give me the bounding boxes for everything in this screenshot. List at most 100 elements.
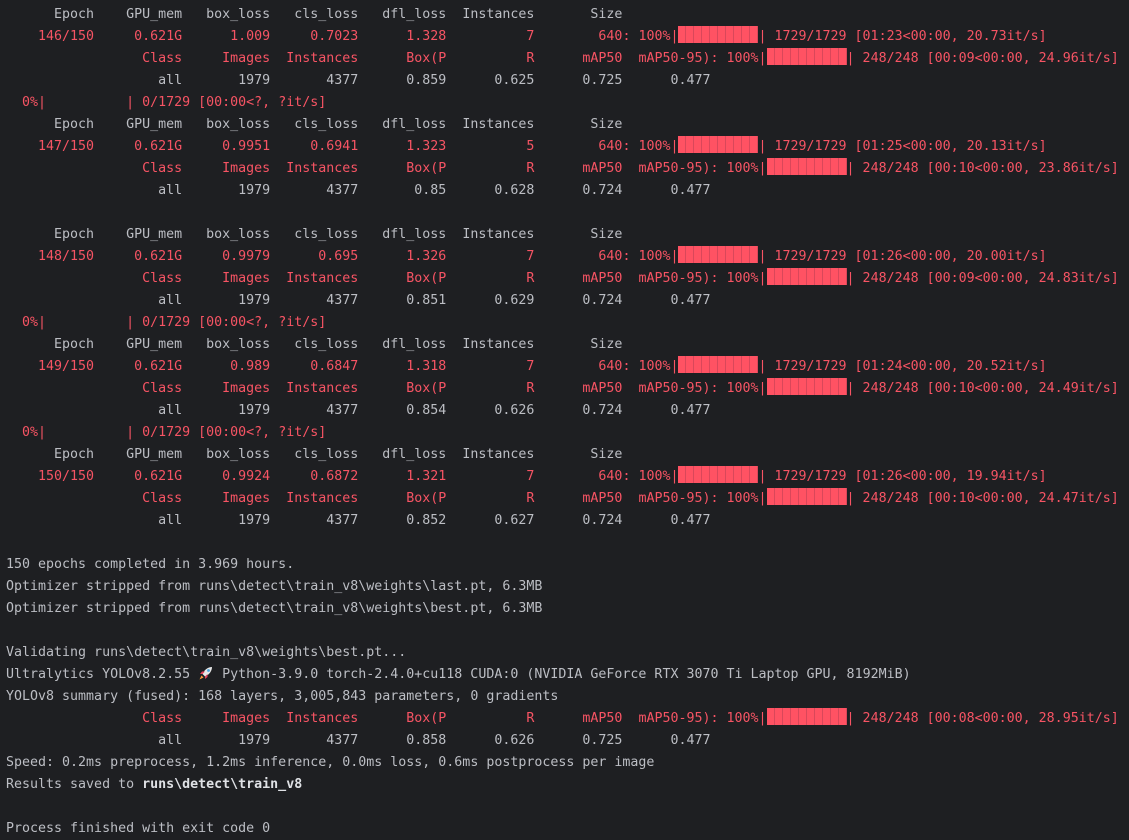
val-col-header: mAP50 — [534, 381, 623, 396]
progress-percent: 0%| — [6, 425, 127, 440]
train-col-header: Size — [534, 337, 623, 352]
val-col-header: Images — [182, 491, 271, 506]
val-col-header: mAP50 — [534, 161, 623, 176]
metric-cell: 4377 — [270, 513, 359, 528]
metric-cell: 0.724 — [534, 293, 623, 308]
metric-cell: 0.477 — [622, 513, 711, 528]
results-saved-line: Results saved to runs\detect\train_v8 — [6, 774, 1119, 796]
progress-percent: : 100%| — [622, 29, 679, 44]
metric-cell: 0.477 — [622, 403, 711, 418]
results-path-link[interactable]: runs\detect\train_v8 — [142, 777, 302, 792]
val-col-header: Box(P — [358, 711, 447, 726]
progress-text: | 248/248 [00:10<00:00, 24.49it/s] — [846, 381, 1119, 396]
metric-cell: 0.854 — [358, 403, 447, 418]
run-console-output: Epoch GPU_mem box_loss cls_loss dfl_loss… — [6, 4, 1119, 840]
train-header-row: Epoch GPU_mem box_loss cls_loss dfl_loss… — [6, 4, 1119, 26]
metric-cell: 0.724 — [534, 403, 623, 418]
epoch-cell: 1.326 — [358, 249, 447, 264]
metric-cell: 0.477 — [622, 73, 711, 88]
val-col-header: mAP50 — [534, 51, 623, 66]
progress-text: | 248/248 [00:10<00:00, 24.47it/s] — [846, 491, 1119, 506]
val-col-header: mAP50-95) — [622, 711, 711, 726]
metric-cell: 0.725 — [534, 73, 623, 88]
val-col-header: Instances — [270, 711, 359, 726]
validating-line: Validating runs\detect\train_v8\weights\… — [6, 645, 407, 660]
train-col-header: cls_loss — [270, 447, 359, 462]
train-header-row: Epoch GPU_mem box_loss cls_loss dfl_loss… — [6, 114, 1119, 136]
val-col-header: mAP50-95) — [622, 161, 711, 176]
metric-cell: 0.629 — [446, 293, 535, 308]
val-col-header: R — [446, 711, 535, 726]
metric-cell: 0.625 — [446, 73, 535, 88]
train-col-header: box_loss — [182, 117, 271, 132]
val-metrics-row: all 1979 4377 0.852 0.627 0.724 0.477 — [6, 510, 1119, 532]
train-col-header: GPU_mem — [94, 337, 183, 352]
epoch-cell: 0.621G — [94, 469, 183, 484]
val-col-header: Images — [182, 51, 271, 66]
train-col-header: box_loss — [182, 447, 271, 462]
epoch-cell: 640 — [534, 139, 623, 154]
progress-percent: : 100%| — [622, 249, 679, 264]
epoch-cell: 1.318 — [358, 359, 447, 374]
epoch-cell: 147/150 — [6, 139, 95, 154]
train-col-header: GPU_mem — [94, 7, 183, 22]
metric-cell: all — [6, 73, 183, 88]
progress-percent: : 100%| — [710, 711, 767, 726]
ultralytics-line: Ultralytics YOLOv8.2.55 Python-3.9.0 tor… — [6, 664, 1119, 686]
metric-cell: 1979 — [182, 293, 271, 308]
epoch-cell: 0.9951 — [182, 139, 271, 154]
epoch-cell: 7 — [446, 469, 535, 484]
val-col-header: Images — [182, 271, 271, 286]
val-col-header: mAP50 — [534, 271, 623, 286]
val-col-header: mAP50-95) — [622, 491, 711, 506]
val-col-header: R — [446, 381, 535, 396]
val-col-header: Images — [182, 161, 271, 176]
val-header-row: Class Images Instances Box(P R mAP50 mAP… — [6, 48, 1119, 70]
val-col-header: Box(P — [358, 271, 447, 286]
progress-bar — [766, 268, 847, 285]
val-header-row: Class Images Instances Box(P R mAP50 mAP… — [6, 268, 1119, 290]
epoch-cell: 0.621G — [94, 29, 183, 44]
train-col-header: dfl_loss — [358, 117, 447, 132]
metric-cell: 0.725 — [534, 733, 623, 748]
epoch-cell: 0.621G — [94, 359, 183, 374]
model-summary-line: YOLOv8 summary (fused): 168 layers, 3,00… — [6, 689, 559, 704]
train-col-header: Epoch — [6, 227, 95, 242]
progress-percent: : 100%| — [710, 51, 767, 66]
val-col-header: Instances — [270, 161, 359, 176]
progress-percent: : 100%| — [710, 271, 767, 286]
epoch-cell: 148/150 — [6, 249, 95, 264]
progress-bar — [766, 488, 847, 505]
val-col-header: Instances — [270, 51, 359, 66]
metric-cell: 0.859 — [358, 73, 447, 88]
progress-text: | 0/1729 [00:00<?, ?it/s] — [126, 425, 327, 440]
train-col-header: dfl_loss — [358, 447, 447, 462]
ultralytics-version: Ultralytics YOLOv8.2.55 — [6, 667, 199, 682]
train-col-header: Size — [534, 227, 623, 242]
val-col-header: mAP50-95) — [622, 271, 711, 286]
val-col-header: R — [446, 161, 535, 176]
speed-line: Speed: 0.2ms preprocess, 1.2ms inference… — [6, 755, 655, 770]
train-col-header: Size — [534, 447, 623, 462]
val-col-header: Class — [6, 491, 183, 506]
progress-text: | 248/248 [00:10<00:00, 23.86it/s] — [846, 161, 1119, 176]
train-col-header: Epoch — [6, 447, 95, 462]
progress-text: | 1729/1729 [01:24<00:00, 20.52it/s] — [758, 359, 1047, 374]
progress-percent: : 100%| — [710, 381, 767, 396]
epoch-cell: 1.321 — [358, 469, 447, 484]
val-header-row: Class Images Instances Box(P R mAP50 mAP… — [6, 488, 1119, 510]
epoch-cell: 7 — [446, 29, 535, 44]
optimizer-best-line: Optimizer stripped from runs\detect\trai… — [6, 601, 543, 616]
val-header-row: Class Images Instances Box(P R mAP50 mAP… — [6, 158, 1119, 180]
metric-cell: 0.477 — [622, 733, 711, 748]
epoch-cell: 0.6872 — [270, 469, 359, 484]
metric-cell: 0.627 — [446, 513, 535, 528]
progress-bar — [678, 466, 759, 483]
progress-bar — [766, 48, 847, 65]
metric-cell: 0.626 — [446, 403, 535, 418]
val-col-header: Box(P — [358, 161, 447, 176]
train-col-header: Instances — [446, 227, 535, 242]
train-header-row: Epoch GPU_mem box_loss cls_loss dfl_loss… — [6, 334, 1119, 356]
